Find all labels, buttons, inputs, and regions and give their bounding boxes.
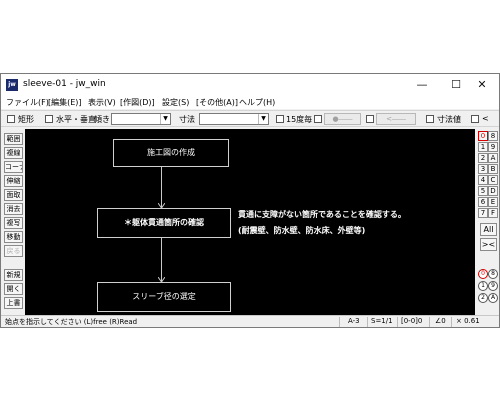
menu-view[interactable]: 表示(V) xyxy=(88,97,116,108)
note-line-2: (耐震壁、防水壁、防水床、外壁等) xyxy=(238,226,366,235)
layer-swap-button[interactable]: >< xyxy=(480,238,497,251)
layer-f[interactable]: F xyxy=(488,208,498,218)
tool-open[interactable]: 開く xyxy=(4,283,23,295)
tool-move[interactable]: 移動 xyxy=(4,231,23,243)
left-tool-panel: 範囲 複線 コーナー 伸縮 面取 消去 複写 移動 戻る 新規 開く 上書 xyxy=(2,129,23,313)
menu-other[interactable]: [その他(A)] xyxy=(196,97,238,108)
layer-b[interactable]: B xyxy=(488,164,498,174)
tool-copy[interactable]: 複写 xyxy=(4,217,23,229)
tool-undo[interactable]: 戻る xyxy=(4,245,23,257)
slope-label: 傾き xyxy=(94,115,110,124)
layer-panel: 0 8 1 9 2 A 3 B 4 C 5 D 6 E 7 F All >< 0… xyxy=(477,129,499,315)
status-zoom[interactable]: × 0.61 xyxy=(456,317,480,325)
forward-checkbox[interactable] xyxy=(314,115,322,123)
tool-offset[interactable]: 複線 xyxy=(4,147,23,159)
lt-checkbox[interactable] xyxy=(471,115,479,123)
menu-bar: ファイル(F) [編集(E)] 表示(V) [作図(D)] 設定(S) [その他… xyxy=(1,96,499,109)
back-button[interactable]: <―― xyxy=(376,113,416,125)
group-1[interactable]: 1 xyxy=(478,281,488,291)
layer-4[interactable]: 4 xyxy=(478,175,488,185)
angle-15-label: 15度毎 xyxy=(286,115,313,124)
dim-value-checkbox[interactable] xyxy=(426,115,434,123)
toolbar: 矩形 水平・垂直 傾き ▼ 寸法 ▼ 15度毎 ●―― <―― 寸法値 < xyxy=(1,110,499,127)
layer-0[interactable]: 0 xyxy=(478,131,488,141)
window-title: sleeve-01 - jw_win xyxy=(23,79,106,89)
layer-7[interactable]: 7 xyxy=(478,208,488,218)
note-line-1: 貫通に支障がない箇所であることを確認する。 xyxy=(238,210,406,219)
layer-5[interactable]: 5 xyxy=(478,186,488,196)
flow-box-drawing: 施工図の作成 xyxy=(113,139,229,167)
flow-box-sleeve-diameter: スリーブ径の選定 xyxy=(97,282,231,312)
status-ratio[interactable]: S=1/1 xyxy=(371,317,393,325)
flow-box-penetration-check: ＊躯体貫通箇所の確認 xyxy=(97,208,231,238)
dimension-combo[interactable]: ▼ xyxy=(199,113,269,125)
menu-file[interactable]: ファイル(F) xyxy=(6,97,49,108)
rect-checkbox[interactable] xyxy=(7,115,15,123)
group-a[interactable]: A xyxy=(488,293,498,303)
layer-8[interactable]: 8 xyxy=(488,131,498,141)
layer-a[interactable]: A xyxy=(488,153,498,163)
status-separator xyxy=(451,317,452,327)
drawing-canvas[interactable]: 施工図の作成 ＊躯体貫通箇所の確認 スリーブ径の選定 貫通に支障がない箇所である… xyxy=(25,129,475,315)
layer-9[interactable]: 9 xyxy=(488,142,498,152)
menu-help[interactable]: ヘルプ(H) xyxy=(239,97,275,108)
minimize-button[interactable]: — xyxy=(405,74,439,96)
menu-draw[interactable]: [作図(D)] xyxy=(120,97,155,108)
menu-edit[interactable]: [編集(E)] xyxy=(48,97,82,108)
tool-range[interactable]: 範囲 xyxy=(4,133,23,145)
group-2[interactable]: 2 xyxy=(478,293,488,303)
group-0[interactable]: 0 xyxy=(478,269,488,279)
close-button[interactable]: ✕ xyxy=(465,74,499,96)
layer-e[interactable]: E xyxy=(488,197,498,207)
layer-2[interactable]: 2 xyxy=(478,153,488,163)
dim-value-label: 寸法値 xyxy=(437,115,461,124)
flow-line-2 xyxy=(161,238,162,282)
app-icon: jw xyxy=(6,79,18,91)
tool-stretch[interactable]: 伸縮 xyxy=(4,175,23,187)
status-separator xyxy=(397,317,398,327)
tool-chamfer[interactable]: 面取 xyxy=(4,189,23,201)
layer-all-button[interactable]: All xyxy=(480,223,497,236)
layer-6[interactable]: 6 xyxy=(478,197,488,207)
title-bar: jw sleeve-01 - jw_win — ☐ ✕ xyxy=(1,74,499,96)
angle-15-checkbox[interactable] xyxy=(276,115,284,123)
status-separator xyxy=(429,317,430,327)
group-9[interactable]: 9 xyxy=(488,281,498,291)
app-window: jw sleeve-01 - jw_win — ☐ ✕ ファイル(F) [編集(… xyxy=(0,73,500,328)
flow-line-1 xyxy=(161,167,162,208)
menu-settings[interactable]: 設定(S) xyxy=(162,97,189,108)
rect-label: 矩形 xyxy=(18,115,34,124)
back-checkbox[interactable] xyxy=(366,115,374,123)
slope-combo[interactable]: ▼ xyxy=(111,113,171,125)
tool-overwrite[interactable]: 上書 xyxy=(4,297,23,309)
forward-button[interactable]: ●―― xyxy=(324,113,361,125)
group-8[interactable]: 8 xyxy=(488,269,498,279)
chevron-down-icon[interactable]: ▼ xyxy=(258,114,268,124)
status-scale[interactable]: A-3 xyxy=(348,317,360,325)
chevron-down-icon[interactable]: ▼ xyxy=(160,114,170,124)
layer-3[interactable]: 3 xyxy=(478,164,488,174)
tool-erase[interactable]: 消去 xyxy=(4,203,23,215)
status-angle[interactable]: ∠0 xyxy=(435,317,446,325)
status-bar: 始点を指示してください (L)free (R)Read A-3 S=1/1 [0… xyxy=(1,315,499,327)
status-message: 始点を指示してください (L)free (R)Read xyxy=(5,318,138,326)
tool-corner[interactable]: コーナー xyxy=(4,161,23,173)
status-separator xyxy=(367,317,368,327)
layer-1[interactable]: 1 xyxy=(478,142,488,152)
horiz-vert-checkbox[interactable] xyxy=(45,115,53,123)
dimension-label: 寸法 xyxy=(179,115,195,124)
lt-label: < xyxy=(482,114,489,123)
layer-d[interactable]: D xyxy=(488,186,498,196)
layer-c[interactable]: C xyxy=(488,175,498,185)
status-layer[interactable]: [0-0]0 xyxy=(401,317,422,325)
status-separator xyxy=(339,317,340,327)
horiz-vert-label: 水平・垂直 xyxy=(56,115,96,124)
tool-new[interactable]: 新規 xyxy=(4,269,23,281)
